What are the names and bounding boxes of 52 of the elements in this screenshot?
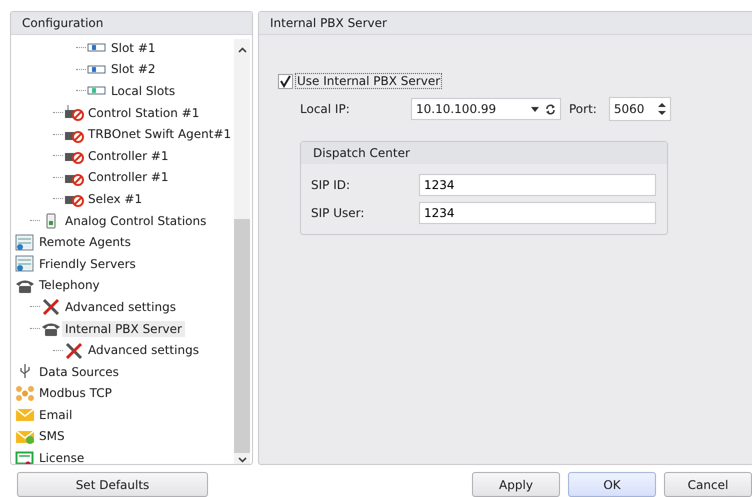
dialog-button[interactable]: Apply [472,472,560,497]
field-label: Local IP: [300,102,351,116]
tree-item[interactable]: Remote Agents [36,234,134,250]
tree-item[interactable]: License [36,450,88,464]
scrollbar-thumb[interactable] [234,219,250,453]
tree-item[interactable]: Controller #1 [85,169,172,186]
tree-item[interactable]: Modbus TCP [36,385,115,402]
scroll-down-icon[interactable] [238,456,247,463]
scroll-up-icon[interactable] [238,47,247,53]
scrollbar[interactable] [234,39,250,464]
caret-icon[interactable] [531,106,539,112]
port-spinner[interactable]: 5060 [608,97,671,121]
network-icon [15,384,35,402]
panel-title: Internal PBX Server [259,12,752,35]
envelope-icon [15,406,35,424]
server-icon [15,234,35,251]
checkbox[interactable] [278,74,293,88]
certificate-icon [15,450,35,464]
tree-item[interactable]: Controller #1 [85,148,172,164]
sidebar-title: Configuration [11,12,252,35]
tree-item[interactable]: Friendly Servers [36,256,139,272]
tree-item[interactable]: Selex #1 [85,190,146,207]
tree-item[interactable]: Analog Control Stations [62,212,210,229]
spin-arrows-icon[interactable] [658,102,666,116]
field-label: Port: [569,102,597,116]
dialog-button[interactable]: Cancel [664,472,752,497]
ip-dropdown[interactable]: 10.10.100.99 [411,98,561,120]
tree-item[interactable]: Control Station #1 [85,104,202,121]
tree-item[interactable]: Data Sources [36,364,122,380]
checkbox-label[interactable]: Use Internal PBX Server [295,73,442,89]
dialog-button[interactable]: OK [568,472,656,497]
set-defaults-button[interactable]: Set Defaults [17,472,208,497]
tree-item[interactable]: TRBOnet Swift Agent#1 [85,126,234,142]
tree-item[interactable]: Slot #2 [108,61,159,78]
input-field[interactable]: 1234 [419,174,656,196]
tree-item[interactable]: Advanced settings [85,342,202,358]
tree-item[interactable]: Local Slots [108,82,178,99]
server-icon [15,255,35,272]
input-field[interactable]: 1234 [419,202,656,224]
tree-item[interactable]: Telephony [36,277,103,294]
antenna-icon [64,104,84,122]
field-label: SIP ID: [311,178,352,192]
tree-item[interactable]: Advanced settings [62,298,179,315]
tools-icon [41,298,61,316]
refresh-icon[interactable] [545,104,556,114]
tree-item[interactable]: Slot #1 [108,40,159,56]
group-title: Dispatch Center [301,142,667,164]
tree-item[interactable]: SMS [36,428,68,444]
field-label: SIP User: [311,206,366,220]
tree-item[interactable]: Email [36,406,76,423]
tree-item[interactable]: Internal PBX Server [62,320,185,337]
tools-icon [64,342,84,359]
